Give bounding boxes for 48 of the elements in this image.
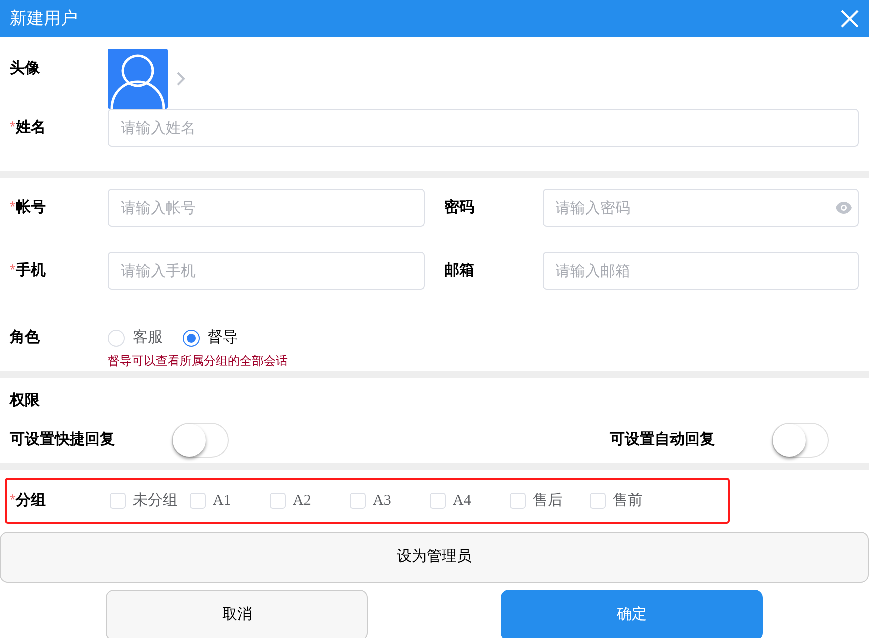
field-label: 角色 (10, 328, 41, 348)
checkbox[interactable] (190, 493, 206, 509)
group-checkbox[interactable]: A4 (430, 490, 510, 512)
required-mark: * (10, 198, 16, 218)
confirm-button[interactable]: 确定 (500, 590, 763, 638)
group-checkbox[interactable]: 售后 (510, 490, 590, 512)
field-label: 密码 (444, 198, 474, 218)
window-title: 新建用户 (10, 8, 78, 30)
checkbox[interactable] (510, 493, 526, 509)
required-mark: * (10, 118, 16, 138)
radio-button[interactable] (183, 330, 200, 347)
toggle-switch[interactable] (772, 423, 829, 458)
field-label: 帐号 (16, 198, 46, 218)
input-field[interactable]: 请输入密码 (542, 189, 859, 227)
group-checkbox[interactable]: A3 (350, 490, 430, 512)
radio-option[interactable]: 督导 (183, 327, 238, 350)
field-label: 头像 (10, 59, 41, 79)
checkbox[interactable] (270, 493, 286, 509)
section-title: 权限 (10, 390, 41, 410)
field-label: 分组 (16, 490, 46, 511)
avatar-icon[interactable] (108, 49, 168, 109)
toggle-switch[interactable] (172, 423, 229, 458)
checkbox[interactable] (350, 493, 366, 509)
input-field[interactable]: 请输入姓名 (108, 109, 859, 147)
group-checkbox[interactable]: 售前 (590, 490, 670, 512)
chevron-right-icon[interactable] (176, 71, 186, 87)
cancel-button[interactable]: 取消 (106, 590, 368, 638)
role-hint: 督导可以查看所属分组的全部会话 (108, 352, 289, 368)
close-icon[interactable] (841, 10, 859, 28)
toggle-label: 可设置快捷回复 (10, 430, 116, 450)
input-field[interactable]: 请输入手机 (108, 252, 424, 290)
group-checkbox[interactable]: A1 (190, 490, 270, 512)
checkbox[interactable] (430, 493, 446, 509)
radio-option[interactable]: 客服 (108, 327, 163, 350)
required-mark: * (10, 260, 16, 281)
checkbox[interactable] (590, 493, 606, 509)
field-label: 邮箱 (444, 260, 474, 281)
field-label: 手机 (16, 260, 46, 281)
required-mark: * (10, 490, 16, 511)
toggle-label: 可设置自动回复 (610, 430, 716, 450)
eye-icon[interactable] (836, 202, 852, 214)
group-checkbox[interactable]: A2 (270, 490, 350, 512)
group-checkbox[interactable]: 未分组 (110, 490, 190, 512)
field-label: 姓名 (16, 118, 46, 138)
set-admin-button[interactable]: 设为管理员 (0, 532, 869, 583)
input-field[interactable]: 请输入邮箱 (542, 252, 859, 290)
checkbox[interactable] (110, 493, 126, 509)
input-field[interactable]: 请输入帐号 (108, 189, 424, 227)
